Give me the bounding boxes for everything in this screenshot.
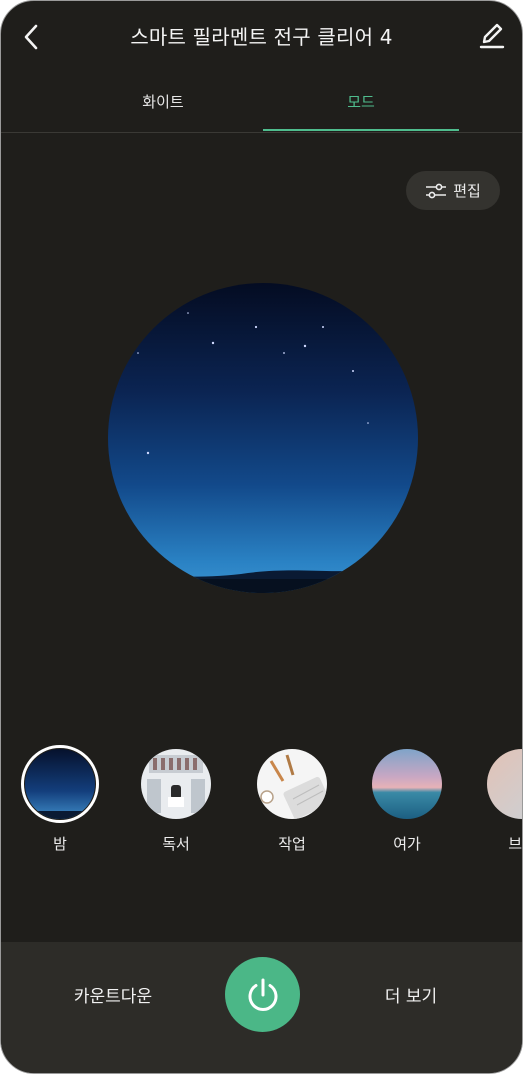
sliders-icon — [426, 183, 447, 198]
scene-label: 작업 — [278, 835, 306, 853]
scene-label: 여가 — [393, 835, 421, 853]
tab-white[interactable]: 화이트 — [65, 71, 261, 131]
tab-mode[interactable]: 모드 — [263, 71, 459, 131]
scene-thumbnail-leisure — [372, 749, 442, 819]
bottom-bar: 카운트다운 더 보기 — [1, 942, 522, 1073]
scene-thumbnail-work — [257, 749, 327, 819]
scene-label: 브리 — [508, 835, 522, 853]
edit-name-button[interactable] — [474, 17, 510, 53]
countdown-button[interactable]: 카운트다운 — [43, 982, 183, 1012]
scene-leisure[interactable]: 여가 — [368, 745, 448, 865]
scene-thumbnail-night — [25, 749, 95, 819]
power-button[interactable] — [225, 957, 300, 1032]
power-icon — [248, 978, 277, 1011]
scene-night[interactable]: 밤 — [21, 745, 101, 865]
scene-thumbnail-partial — [487, 749, 522, 819]
tab-bar: 화이트 모드 — [1, 71, 522, 133]
pencil-icon — [479, 23, 505, 49]
mode-preview-image — [108, 283, 418, 593]
scene-reading[interactable]: 독서 — [137, 745, 217, 865]
app-screen: 스마트 필라멘트 전구 클리어 4 화이트 모드 편집 밤 독서 작업 여가 브… — [0, 0, 523, 1074]
scene-list: 밤 독서 작업 여가 브 — [1, 745, 522, 865]
scene-partial[interactable]: 브리 — [483, 745, 522, 865]
scene-label: 밤 — [53, 835, 67, 853]
more-button[interactable]: 더 보기 — [341, 982, 481, 1012]
edit-button-label: 편집 — [453, 182, 481, 200]
scene-thumbnail-reading — [141, 749, 211, 819]
scene-label: 독서 — [162, 835, 190, 853]
scene-work[interactable]: 작업 — [253, 745, 333, 865]
header: 스마트 필라멘트 전구 클리어 4 — [1, 1, 522, 71]
chevron-left-icon — [24, 24, 38, 50]
back-button[interactable] — [13, 19, 49, 55]
active-tab-indicator — [263, 129, 459, 131]
page-title: 스마트 필라멘트 전구 클리어 4 — [130, 25, 393, 49]
edit-button[interactable]: 편집 — [406, 171, 500, 210]
